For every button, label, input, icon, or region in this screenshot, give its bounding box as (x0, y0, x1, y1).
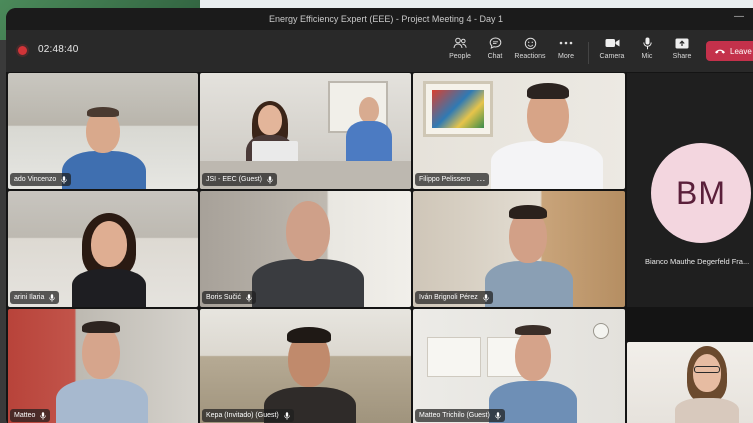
meeting-toolbar: 02:48:40 People Chat Reactions More Came… (6, 30, 753, 72)
participant-nameplate: Iván Brignoli Pérez (415, 291, 493, 304)
wall-clock (593, 323, 609, 339)
participant-nameplate: Filippo Pelissero ··· (415, 173, 490, 186)
participant-avatar: BM (651, 143, 751, 243)
share-button[interactable]: Share (664, 36, 700, 68)
participant-name: JSI - EEC (Guest) (206, 176, 263, 183)
participant-name: ado Vincenzo (14, 176, 57, 183)
mic-label: Mic (641, 53, 653, 60)
participant-nameplate: JSI - EEC (Guest) (202, 173, 278, 186)
leave-label: Leave (730, 46, 752, 56)
people-label: People (449, 53, 471, 60)
participant-tile[interactable]: Filippo Pelissero ··· (413, 73, 625, 189)
window-title: Energy Efficiency Expert (EEE) - Project… (269, 14, 503, 24)
participant-tile[interactable]: JSI - EEC (Guest) (200, 73, 411, 189)
participant-tile[interactable]: Boris Sučić (200, 191, 411, 307)
participant-name: Matteo (14, 412, 36, 419)
participant-nameplate: Matteo Trichilo (Guest) (415, 409, 505, 422)
minimize-button[interactable]: — (734, 12, 744, 23)
wall-painting (423, 81, 493, 137)
chat-button[interactable]: Chat (477, 36, 513, 68)
mic-button[interactable]: Mic (629, 36, 665, 68)
recording-indicator-icon (18, 46, 27, 55)
participant-nameplate: Matteo (10, 409, 51, 422)
participant-tile[interactable]: Kepa (Invitado) (Guest) (200, 309, 411, 423)
more-options-icon[interactable]: ··· (476, 175, 485, 184)
participant-nameplate: Kepa (Invitado) (Guest) (202, 409, 294, 422)
participant-nameplate: ado Vincenzo (10, 173, 72, 186)
participant-name: Bianco Mauthe Degerfeld Fra... (645, 257, 750, 266)
share-label: Share (672, 53, 692, 60)
reactions-label: Reactions (514, 53, 546, 60)
hang-up-icon (715, 49, 725, 54)
participant-video-figure (64, 207, 154, 307)
mic-icon (639, 36, 655, 50)
video-grid: ado Vincenzo JSI - EEC (Guest) Filippo P… (6, 72, 753, 423)
more-icon (558, 36, 574, 50)
mic-icon (284, 411, 290, 420)
participant-video-figure (487, 79, 607, 189)
participant-tile[interactable]: Matteo (8, 309, 198, 423)
mic-icon (267, 175, 273, 184)
mic-icon (49, 293, 56, 302)
reactions-icon (522, 36, 538, 50)
share-icon (674, 36, 690, 50)
participant-tile[interactable]: Matteo Trichilo (Guest) (413, 309, 625, 423)
leave-button[interactable]: Leave (706, 41, 753, 61)
participant-video-figure (248, 197, 368, 307)
participant-name: Matteo Trichilo (Guest) (419, 412, 490, 419)
participant-name: Boris Sučić (206, 294, 242, 301)
reactions-button[interactable]: Reactions (512, 36, 548, 68)
participant-video-figure (479, 203, 579, 307)
mic-icon (495, 411, 501, 420)
chat-icon (487, 36, 503, 50)
meeting-window: Energy Efficiency Expert (EEE) - Project… (6, 8, 753, 423)
toolbar-divider (588, 42, 589, 64)
camera-label: Camera (599, 53, 625, 60)
participant-name: Kepa (Invitado) (Guest) (206, 412, 279, 419)
mic-icon (246, 293, 252, 302)
participant-name: arini Ilaria (14, 294, 45, 301)
meeting-timer: 02:48:40 (38, 44, 79, 55)
people-icon (452, 36, 468, 50)
mic-icon (40, 411, 47, 420)
participant-name: Iván Brignoli Pérez (419, 294, 478, 301)
participant-video-figure (260, 323, 360, 423)
chat-label: Chat (487, 53, 503, 60)
more-button[interactable]: More (548, 36, 584, 68)
mic-icon (483, 293, 489, 302)
people-button[interactable]: People (442, 36, 478, 68)
camera-icon (604, 36, 620, 50)
title-bar: Energy Efficiency Expert (EEE) - Project… (6, 8, 753, 30)
participant-tile[interactable]: Iván Brignoli Pérez (413, 191, 625, 307)
participant-nameplate: arini Ilaria (10, 291, 60, 304)
participant-video-figure (667, 346, 747, 423)
participant-video-figure (52, 319, 152, 423)
more-label: More (558, 53, 574, 60)
participant-nameplate: Boris Sučić (202, 291, 257, 304)
participant-video-figure (483, 323, 583, 423)
participant-name: Filippo Pelissero (419, 176, 471, 183)
self-view-tile[interactable] (627, 342, 753, 423)
participant-tile-avatar[interactable]: BM Bianco Mauthe Degerfeld Fra... (627, 73, 753, 307)
camera-button[interactable]: Camera (594, 36, 630, 68)
participant-tile[interactable]: ado Vincenzo (8, 73, 198, 189)
mic-icon (61, 175, 68, 184)
participant-tile[interactable]: arini Ilaria (8, 191, 198, 307)
